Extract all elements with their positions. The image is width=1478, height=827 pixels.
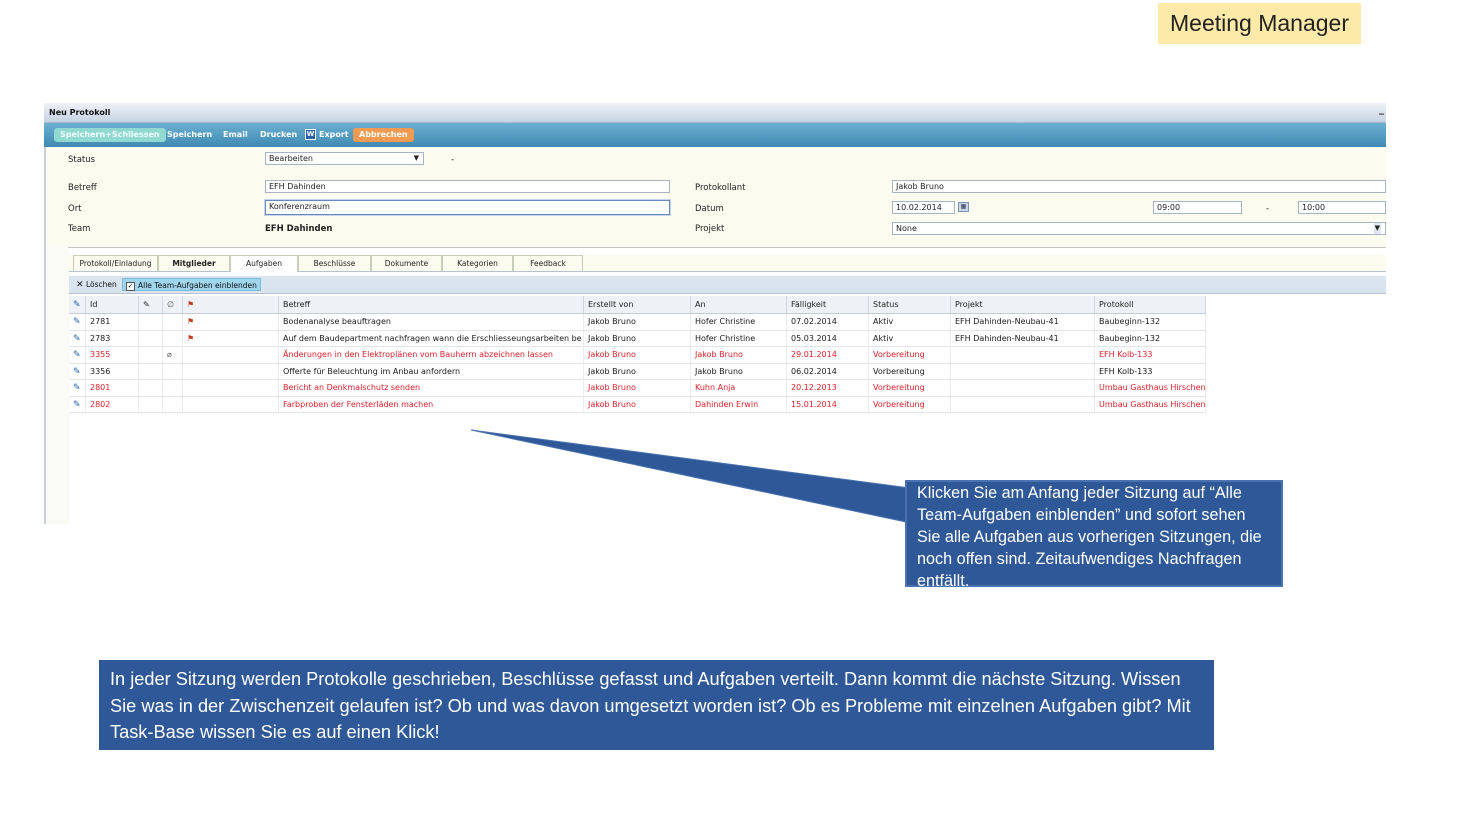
callout-intro: In jeder Sitzung werden Protokolle gesch… xyxy=(99,660,1214,750)
callout-show-all-tasks: Klicken Sie am Anfang jeder Sitzung auf … xyxy=(905,480,1283,590)
callout-pointer-shape xyxy=(470,429,911,523)
